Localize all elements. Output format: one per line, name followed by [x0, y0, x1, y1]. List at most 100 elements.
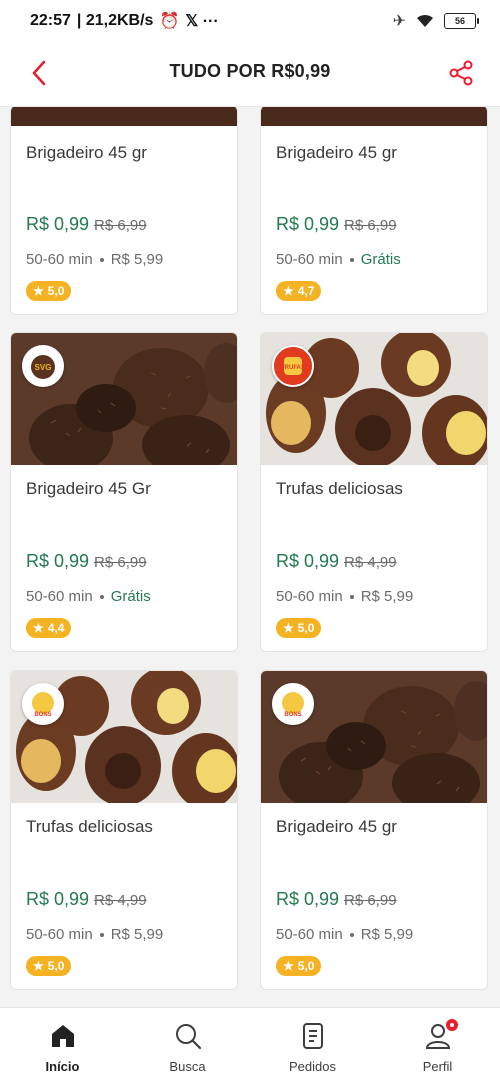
airplane-icon: ✈ — [392, 13, 406, 30]
rating-value: 4,4 — [47, 621, 65, 635]
delivery-fee: R$ 5,99 — [360, 588, 414, 605]
delivery-info: 50-60 min R$ 5,99 — [26, 251, 163, 268]
star-icon: ★ — [33, 959, 44, 973]
notification-badge — [443, 1017, 460, 1033]
product-price: R$ 0,99 — [26, 551, 90, 571]
status-extra: 𝕏 ··· — [185, 13, 219, 30]
rating-badge: ★ 5,0 — [276, 618, 322, 638]
separator-dot — [99, 594, 104, 599]
star-icon: ★ — [283, 621, 294, 635]
separator-dot — [99, 257, 104, 262]
header: TUDO POR R$0,99 — [0, 42, 500, 107]
nav-label: Pedidos — [289, 1059, 336, 1074]
profile-icon — [424, 1017, 460, 1051]
product-old-price: R$ 6,99 — [344, 217, 397, 234]
separator-dot — [349, 257, 354, 262]
delivery-info: 50-60 min Grátis — [26, 588, 151, 605]
product-old-price: R$ 4,99 — [344, 554, 397, 571]
product-card[interactable]: Brigadeiro 45 gr R$ 0,99 R$ 6,99 50-60 m… — [260, 107, 488, 315]
status-bar: 22:57 | 21,2KB/s ⏰ 𝕏 ··· ✈ 56 — [0, 0, 500, 42]
product-name: Trufas deliciosas — [276, 479, 403, 498]
page-title: TUDO POR R$0,99 — [169, 61, 331, 81]
delivery-time: 50-60 min — [26, 588, 93, 605]
product-name: Brigadeiro 45 gr — [26, 143, 147, 162]
separator-dot — [349, 594, 354, 599]
nav-item-inicio[interactable]: Início — [0, 1008, 125, 1084]
store-logo: SVG — [22, 345, 64, 387]
rating-value: 5,0 — [47, 959, 65, 973]
delivery-fee: Grátis — [110, 588, 151, 605]
product-card[interactable]: BONS Trufas deliciosas R$ 0,99 R$ 4,99 5… — [10, 670, 238, 990]
alarm-icon: ⏰ — [159, 13, 180, 30]
price-row: R$ 0,99 R$ 6,99 — [276, 214, 397, 235]
product-image — [261, 107, 487, 126]
status-right: ✈ 56 — [392, 11, 479, 31]
rating-badge: ★ 4,4 — [26, 618, 72, 638]
star-icon: ★ — [33, 621, 44, 635]
wifi-icon — [417, 14, 433, 27]
product-grid: Brigadeiro 45 gr R$ 0,99 R$ 6,99 50-60 m… — [0, 107, 500, 1007]
nav-label: Busca — [169, 1059, 206, 1074]
star-icon: ★ — [283, 284, 294, 298]
status-network-speed: | 21,2KB/s — [76, 12, 154, 29]
product-card[interactable]: TRUFAS Trufas deliciosas R$ 0,99 R$ 4,99… — [260, 332, 488, 652]
product-name: Brigadeiro 45 gr — [276, 143, 397, 162]
product-price: R$ 0,99 — [26, 214, 90, 234]
separator-dot — [349, 932, 354, 937]
price-row: R$ 0,99 R$ 4,99 — [26, 889, 147, 910]
status-time: 22:57 — [30, 12, 71, 29]
nav-item-busca[interactable]: Busca — [125, 1008, 250, 1084]
nav-label: Perfil — [422, 1059, 453, 1074]
share-icon — [449, 60, 473, 86]
rating-value: 5,0 — [297, 621, 315, 635]
product-name: Brigadeiro 45 gr — [276, 817, 397, 836]
product-price: R$ 0,99 — [276, 889, 340, 909]
home-icon — [49, 1021, 77, 1051]
battery-icon: 56 — [444, 13, 479, 29]
product-card[interactable]: BONS Brigadeiro 45 gr R$ 0,99 R$ 6,99 50… — [260, 670, 488, 990]
price-row: R$ 0,99 R$ 6,99 — [26, 551, 147, 572]
nav-item-perfil[interactable]: Perfil — [375, 1008, 500, 1084]
product-price: R$ 0,99 — [26, 889, 90, 909]
product-card[interactable]: Brigadeiro 45 gr R$ 0,99 R$ 6,99 50-60 m… — [10, 107, 238, 315]
rating-badge: ★ 5,0 — [26, 281, 72, 301]
product-card[interactable]: SVG Brigadeiro 45 Gr R$ 0,99 R$ 6,99 50-… — [10, 332, 238, 652]
product-price: R$ 0,99 — [276, 551, 340, 571]
rating-value: 5,0 — [47, 284, 65, 298]
store-logo: BONS — [272, 683, 314, 725]
delivery-fee: R$ 5,99 — [360, 926, 414, 943]
share-button[interactable] — [444, 56, 478, 90]
svg-text:BONS: BONS — [284, 712, 301, 718]
product-name: Trufas deliciosas — [26, 817, 153, 836]
delivery-info: 50-60 min R$ 5,99 — [26, 926, 163, 943]
price-row: R$ 0,99 R$ 6,99 — [26, 214, 147, 235]
delivery-info: 50-60 min R$ 5,99 — [276, 926, 413, 943]
battery-level: 56 — [454, 16, 465, 26]
rating-badge: ★ 5,0 — [26, 956, 72, 976]
delivery-time: 50-60 min — [26, 251, 93, 268]
orders-icon — [300, 1021, 326, 1051]
product-old-price: R$ 6,99 — [94, 217, 147, 234]
search-icon — [174, 1021, 202, 1051]
status-left: 22:57 | 21,2KB/s ⏰ 𝕏 ··· — [30, 11, 219, 31]
separator-dot — [99, 932, 104, 937]
delivery-time: 50-60 min — [26, 926, 93, 943]
product-name: Brigadeiro 45 Gr — [26, 479, 151, 498]
star-icon: ★ — [283, 959, 294, 973]
rating-badge: ★ 4,7 — [276, 281, 322, 301]
delivery-fee: R$ 5,99 — [110, 926, 164, 943]
star-icon: ★ — [33, 284, 44, 298]
delivery-time: 50-60 min — [276, 926, 343, 943]
delivery-fee: R$ 5,99 — [110, 251, 164, 268]
delivery-info: 50-60 min R$ 5,99 — [276, 588, 413, 605]
price-row: R$ 0,99 R$ 4,99 — [276, 551, 397, 572]
nav-item-pedidos[interactable]: Pedidos — [250, 1008, 375, 1084]
product-image: TRUFAS — [261, 333, 487, 465]
bottom-nav: Início Busca Pedidos Perfil — [0, 1007, 500, 1084]
store-logo: BONS — [22, 683, 64, 725]
product-price: R$ 0,99 — [276, 214, 340, 234]
delivery-time: 50-60 min — [276, 251, 343, 268]
product-old-price: R$ 6,99 — [94, 554, 147, 571]
price-row: R$ 0,99 R$ 6,99 — [276, 889, 397, 910]
delivery-fee: Grátis — [360, 251, 401, 268]
